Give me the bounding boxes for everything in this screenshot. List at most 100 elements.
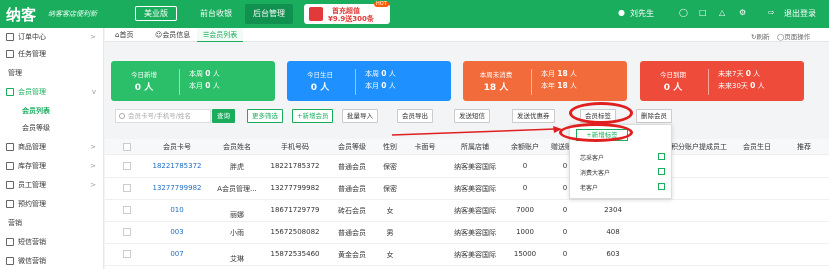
cell-gender: 男	[386, 229, 394, 237]
card-row-label: 本年	[541, 82, 555, 90]
card-divider	[531, 69, 532, 95]
logout-icon[interactable]: ⇨	[768, 8, 775, 17]
cell-gender: 女	[386, 207, 394, 215]
tag-checkbox[interactable]	[658, 183, 665, 190]
settings-icon[interactable]: ⚙	[739, 8, 746, 17]
col-header-gender[interactable]: 性别	[375, 139, 405, 155]
tag-option[interactable]: 消费大客户	[580, 168, 610, 177]
row-checkbox[interactable]	[123, 206, 131, 214]
tab-member-list[interactable]: ☰会员列表	[197, 28, 244, 42]
row-checkbox[interactable]	[123, 162, 131, 170]
col-header-store[interactable]: 所属店铺	[445, 139, 505, 155]
sidebar-item-inventory[interactable]: 库存管理 >	[0, 159, 104, 173]
card-title: 今日生日	[307, 71, 333, 79]
tab-member-info[interactable]: ☺会员信息	[149, 28, 196, 42]
sidebar-sub-member-levels[interactable]: 会员等级	[22, 123, 50, 133]
col-header-referrer[interactable]: 推荐	[789, 139, 819, 155]
delete-member-button[interactable]: 删除会员	[636, 109, 672, 123]
card-row-1: 本月 18 人	[541, 69, 621, 79]
col-header-level[interactable]: 会员等级	[327, 139, 377, 155]
cell-card-no[interactable]: 13277799982	[145, 184, 209, 192]
sidebar-item-tasks[interactable]: 任务管理	[0, 47, 104, 61]
col-header-card-no[interactable]: 会员卡号	[145, 139, 209, 155]
send-coupon-button[interactable]: 发送优惠券	[512, 109, 555, 123]
col-header-name[interactable]: 会员姓名	[213, 139, 261, 155]
display-icon[interactable]: □	[699, 8, 707, 17]
tag-checkbox[interactable]	[658, 168, 665, 175]
user-name[interactable]: 刘先生	[630, 8, 654, 19]
member-export-button[interactable]: 会员导出	[397, 109, 433, 123]
user-avatar-icon[interactable]: ●	[618, 8, 625, 17]
table-row[interactable]: 007 艾琳 15872535460 黄金会员 女 纳客美容国际 15000 0…	[105, 244, 829, 266]
col-header-commission-staff[interactable]: 提成员工	[693, 139, 733, 155]
more-filter-button[interactable]: 更多筛选	[247, 109, 283, 123]
tab-label: 首页	[119, 31, 134, 39]
stat-card-new-today[interactable]: 今日新增 0 人 本周 0 人 本月 0 人	[111, 61, 275, 101]
sidebar-item-products[interactable]: 商品管理 >	[0, 140, 104, 154]
cell-phone: 18221785372	[270, 162, 320, 170]
sidebar-item-wechat-marketing[interactable]: 微信营销	[0, 254, 104, 268]
version-badge[interactable]: 美业版	[135, 6, 177, 21]
select-all-checkbox[interactable]	[123, 143, 131, 151]
row-checkbox[interactable]	[123, 228, 131, 236]
nav-tab-backend-management[interactable]: 后台管理	[245, 4, 293, 24]
page-ops-button[interactable]: ◯页面操作	[777, 31, 810, 41]
sidebar-sub-member-list[interactable]: 会员列表	[22, 106, 50, 116]
col-header-birthday[interactable]: 会员生日	[735, 139, 779, 155]
cell-name: 胖虎	[230, 163, 244, 171]
cell-card-no[interactable]: 18221785372	[145, 162, 209, 170]
bell-icon[interactable]: △	[719, 8, 725, 17]
sidebar-item-orders[interactable]: 订单中心 >	[0, 30, 104, 44]
cell-card-no[interactable]: 007	[145, 250, 209, 258]
refresh-button[interactable]: ↻刷新	[751, 31, 769, 41]
stat-card-expiring-today[interactable]: 今日到期 0 人 未来7天 0 人 未来30天 0 人	[640, 61, 804, 101]
brand-logo[interactable]: 纳客	[6, 4, 36, 25]
tag-option[interactable]: 老客户	[580, 183, 598, 192]
sidebar-item-sms-marketing[interactable]: 短信营销	[0, 235, 104, 249]
calendar-icon	[6, 200, 14, 208]
cell-points: 603	[606, 250, 620, 258]
headset-icon[interactable]: ◯	[679, 8, 688, 17]
cell-phone: 15872535460	[270, 250, 320, 258]
table-row[interactable]: 13277799982 A会员管理... 13277799982 普通会员 保密…	[105, 178, 829, 200]
card-row-2: 本月 0 人	[189, 81, 269, 91]
cell-balance: 7000	[516, 206, 534, 214]
batch-import-button[interactable]: 批量导入	[342, 109, 378, 123]
send-sms-button[interactable]: 发送短信	[454, 109, 490, 123]
cell-balance: 0	[522, 184, 528, 192]
nav-tab-front-cashier[interactable]: 前台收银	[192, 4, 240, 24]
sidebar-item-appointments[interactable]: 预约管理	[0, 197, 104, 211]
row-checkbox[interactable]	[123, 184, 131, 192]
cell-card-no[interactable]: 010	[145, 206, 209, 214]
top-bar: 纳客 纳客客店便利新 美业版 前台收银 后台管理 首充超值 ¥9.9送300条 …	[0, 0, 829, 28]
stat-card-no-spend-week[interactable]: 本周未消费 18 人 本月 18 人 本年 18 人	[463, 61, 627, 101]
chevron-right-icon: >	[90, 33, 96, 41]
col-header-card-face[interactable]: 卡面号	[405, 139, 445, 155]
promo-banner[interactable]: 首充超值 ¥9.9送300条 HOT	[304, 1, 390, 24]
query-button[interactable]: 查询	[212, 109, 235, 123]
cell-name: 小雨	[230, 229, 244, 237]
cell-card-no[interactable]: 003	[145, 228, 209, 236]
tag-option[interactable]: 芯采客户	[580, 153, 604, 162]
cell-level: 普通会员	[338, 163, 366, 171]
sidebar-item-member-management[interactable]: 会员管理 v	[0, 85, 104, 99]
card-row-label: 本周	[189, 70, 203, 78]
col-header-phone[interactable]: 手机号码	[263, 139, 327, 155]
tab-home[interactable]: ⌂首页	[109, 28, 139, 42]
table-row[interactable]: 003 小雨 15672508082 普通会员 男 纳客美容国际 1000 0 …	[105, 222, 829, 244]
sms-icon	[6, 238, 14, 246]
search-input[interactable]: 会员卡号/手机号/姓名	[115, 109, 211, 123]
card-row-value: 0	[750, 81, 756, 90]
add-member-button[interactable]: +新增会员	[292, 109, 334, 123]
col-header-balance[interactable]: 余额账户	[505, 139, 545, 155]
logout-link[interactable]: 退出登录	[784, 8, 816, 19]
tag-checkbox[interactable]	[658, 153, 665, 160]
card-value: 0 人	[134, 83, 154, 93]
row-checkbox[interactable]	[123, 250, 131, 258]
stat-card-birthday-today[interactable]: 今日生日 0 人 本周 0 人 本月 0 人	[287, 61, 451, 101]
card-row-unit: 人	[753, 70, 761, 78]
sidebar-item-staff[interactable]: 员工管理 >	[0, 178, 104, 192]
table-row[interactable]: 010 丽娜 18671729779 砖石会员 女 纳客美容国际 7000 0 …	[105, 200, 829, 222]
brand-slogan: 纳客客店便利新	[48, 10, 97, 18]
table-row[interactable]: 18221785372 胖虎 18221785372 普通会员 保密 纳客美容国…	[105, 156, 829, 178]
